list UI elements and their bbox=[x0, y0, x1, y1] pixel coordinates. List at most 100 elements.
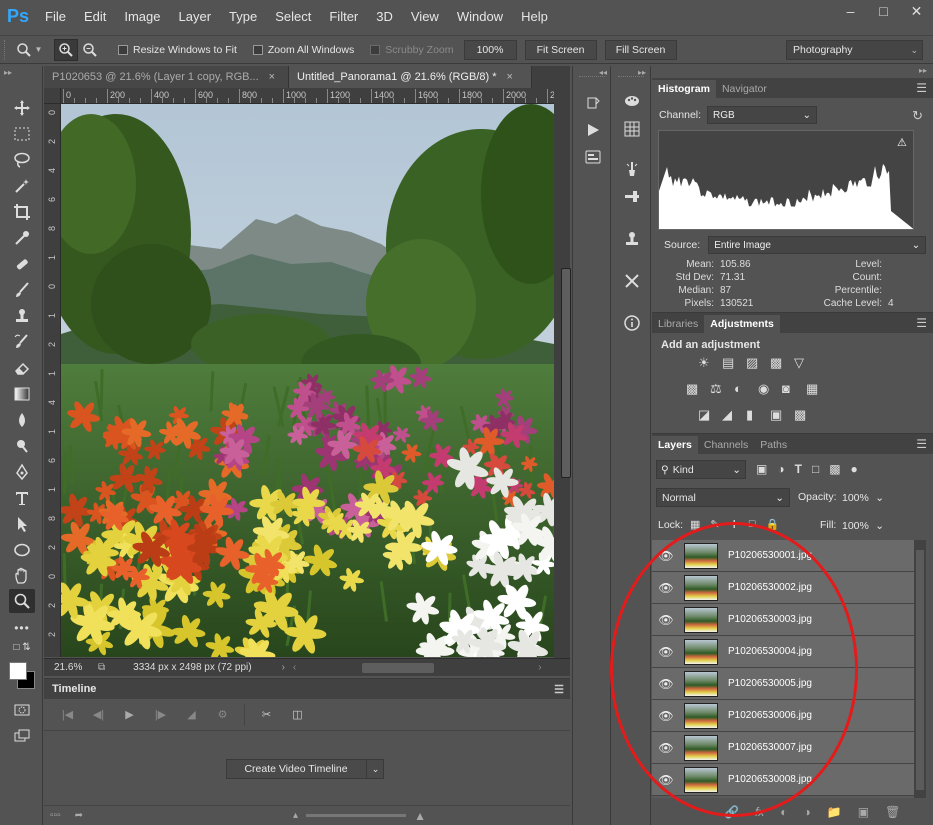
tab-document-1[interactable]: P1020653 @ 21.6% (Layer 1 copy, RGB... × bbox=[44, 66, 289, 88]
lock-artboard-icon[interactable]: □ bbox=[749, 518, 756, 531]
menu-filter[interactable]: Filter bbox=[320, 9, 367, 24]
tab-document-2[interactable]: Untitled_Panorama1 @ 21.6% (RGB/8) * × bbox=[289, 66, 532, 88]
color-balance-icon[interactable]: ⚖ bbox=[710, 381, 728, 397]
menu-edit[interactable]: Edit bbox=[75, 9, 115, 24]
layer-row[interactable]: 👁 P10206530002.jpg bbox=[652, 572, 914, 604]
gradient-map-icon[interactable]: ▩ bbox=[794, 407, 812, 423]
tab-navigator[interactable]: Navigator bbox=[716, 80, 773, 98]
menu-window[interactable]: Window bbox=[448, 9, 512, 24]
next-frame-icon[interactable]: |▶ bbox=[145, 708, 176, 721]
curves-icon[interactable]: ▨ bbox=[746, 355, 764, 371]
visibility-eye-icon[interactable]: 👁 bbox=[652, 613, 680, 627]
invert-icon[interactable]: ◪ bbox=[698, 407, 716, 423]
path-selection-icon[interactable] bbox=[9, 512, 35, 536]
zoom-all-windows-checkbox[interactable]: Zoom All Windows bbox=[252, 44, 354, 56]
zoom-out-icon[interactable] bbox=[78, 39, 102, 61]
pixel-filter-icon[interactable]: ▣ bbox=[756, 462, 767, 476]
visibility-eye-icon[interactable]: 👁 bbox=[652, 741, 680, 755]
delete-layer-trash-icon[interactable]: 🗑 bbox=[885, 805, 900, 819]
menu-type[interactable]: Type bbox=[220, 9, 266, 24]
actions-play-icon[interactable] bbox=[581, 119, 605, 141]
prev-frame-icon[interactable]: ◀| bbox=[83, 708, 114, 721]
close-icon[interactable]: ✕ bbox=[900, 0, 933, 22]
settings-gear-icon[interactable]: ⚙ bbox=[207, 708, 238, 721]
scroll-right-icon[interactable]: › bbox=[538, 662, 541, 673]
link-layers-icon[interactable]: 🔗 bbox=[724, 805, 739, 819]
tab-adjustments[interactable]: Adjustments bbox=[704, 315, 780, 333]
tab-channels[interactable]: Channels bbox=[698, 436, 754, 454]
levels-icon[interactable]: ▤ bbox=[722, 355, 740, 371]
clone-stamp-icon[interactable] bbox=[9, 304, 35, 328]
selective-color-icon[interactable]: ▣ bbox=[770, 407, 788, 423]
visibility-eye-icon[interactable]: 👁 bbox=[652, 677, 680, 691]
eraser-icon[interactable] bbox=[9, 356, 35, 380]
layer-row[interactable]: 👁 P10206530006.jpg bbox=[652, 700, 914, 732]
transition-icon[interactable]: ◫ bbox=[282, 708, 313, 721]
menu-image[interactable]: Image bbox=[115, 9, 169, 24]
history-icon[interactable] bbox=[581, 92, 605, 114]
tab-paths[interactable]: Paths bbox=[754, 436, 793, 454]
gradient-icon[interactable] bbox=[9, 382, 35, 406]
zoom-level[interactable]: 21.6% bbox=[44, 662, 84, 673]
new-group-folder-icon[interactable]: 📁 bbox=[827, 805, 842, 819]
ruler-origin[interactable] bbox=[44, 88, 61, 104]
visibility-eye-icon[interactable]: 👁 bbox=[652, 709, 680, 723]
zoom-tool-preset-icon[interactable]: ▼ bbox=[10, 39, 48, 61]
blend-mode-select[interactable]: Normal ⌄ bbox=[656, 488, 790, 507]
opacity-field[interactable]: 100% ⌄ bbox=[840, 488, 886, 507]
exposure-icon[interactable]: ▩ bbox=[770, 355, 788, 371]
lock-position-icon[interactable]: ✛ bbox=[730, 518, 739, 531]
render-arrow-icon[interactable]: ➦ bbox=[75, 810, 83, 821]
timeline-zoom-slider[interactable] bbox=[306, 814, 407, 817]
ellipse-tool-icon[interactable] bbox=[9, 538, 35, 562]
vertical-ruler[interactable]: 0246810121416182022 bbox=[44, 104, 61, 657]
panel-menu-icon[interactable]: ☰ bbox=[916, 316, 927, 330]
dock-grip[interactable] bbox=[579, 76, 605, 80]
minimize-icon[interactable]: – bbox=[834, 0, 867, 22]
tool-presets-icon[interactable] bbox=[620, 270, 644, 292]
zoom-in-mountain-icon[interactable]: ▲ bbox=[414, 809, 426, 823]
color-lookup-icon[interactable]: ▦ bbox=[806, 381, 824, 397]
pen-tool-icon[interactable] bbox=[9, 460, 35, 484]
smart-object-filter-icon[interactable]: ▩ bbox=[829, 462, 840, 476]
layer-row[interactable]: 👁 P10206530001.jpg bbox=[652, 540, 914, 572]
play-icon[interactable]: ▶ bbox=[114, 708, 145, 721]
hand-tool-icon[interactable] bbox=[9, 564, 35, 588]
type-filter-icon[interactable]: T bbox=[795, 462, 802, 476]
vibrance-icon[interactable]: ▽ bbox=[794, 355, 812, 371]
brightness-contrast-icon[interactable]: ☀ bbox=[698, 355, 716, 371]
fx-icon[interactable]: fx bbox=[755, 805, 764, 819]
more-tools-icon[interactable]: ••• bbox=[9, 616, 35, 640]
color-palette-icon[interactable] bbox=[620, 90, 644, 112]
quick-mask-icon[interactable] bbox=[9, 698, 35, 722]
lock-all-icon[interactable]: 🔒 bbox=[766, 518, 780, 531]
fill-field[interactable]: 100% ⌄ bbox=[840, 516, 886, 535]
swap-colors-icon[interactable]: □ ⇅ bbox=[9, 640, 35, 654]
marquee-tool-icon[interactable] bbox=[9, 122, 35, 146]
panel-menu-icon[interactable]: ☰ bbox=[554, 683, 564, 696]
zoom-100-button[interactable]: 100% bbox=[463, 39, 517, 60]
channel-select[interactable]: RGB ⌄ bbox=[707, 106, 818, 124]
posterize-icon[interactable]: ◢ bbox=[722, 407, 740, 423]
layer-row[interactable]: 👁 P10206530007.jpg bbox=[652, 732, 914, 764]
share-icon[interactable]: ⧉ bbox=[98, 662, 105, 673]
dock-grip[interactable] bbox=[618, 76, 644, 80]
menu-3d[interactable]: 3D bbox=[367, 9, 402, 24]
shape-filter-icon[interactable]: □ bbox=[812, 462, 819, 476]
brush-tool-icon[interactable] bbox=[9, 278, 35, 302]
properties-icon[interactable] bbox=[581, 146, 605, 168]
new-layer-icon[interactable]: ▣ bbox=[858, 805, 869, 819]
scroll-thumb[interactable] bbox=[916, 550, 924, 790]
healing-brush-icon[interactable] bbox=[9, 252, 35, 276]
hue-saturation-icon[interactable]: ▩ bbox=[686, 381, 704, 397]
zoom-tool-icon[interactable] bbox=[9, 589, 35, 613]
tab-libraries[interactable]: Libraries bbox=[652, 315, 704, 333]
layer-filter-kind-select[interactable]: ⚲ Kind ⌄ bbox=[656, 460, 746, 479]
layers-scrollbar[interactable] bbox=[914, 540, 926, 798]
visibility-eye-icon[interactable]: 👁 bbox=[652, 581, 680, 595]
visibility-eye-icon[interactable]: 👁 bbox=[652, 549, 680, 563]
maximize-icon[interactable]: □ bbox=[867, 0, 900, 22]
chevron-down-icon[interactable]: ⌄ bbox=[366, 759, 384, 779]
status-menu-arrow-icon[interactable]: › bbox=[282, 662, 285, 673]
photo-filter-icon[interactable]: ◉ bbox=[758, 381, 776, 397]
